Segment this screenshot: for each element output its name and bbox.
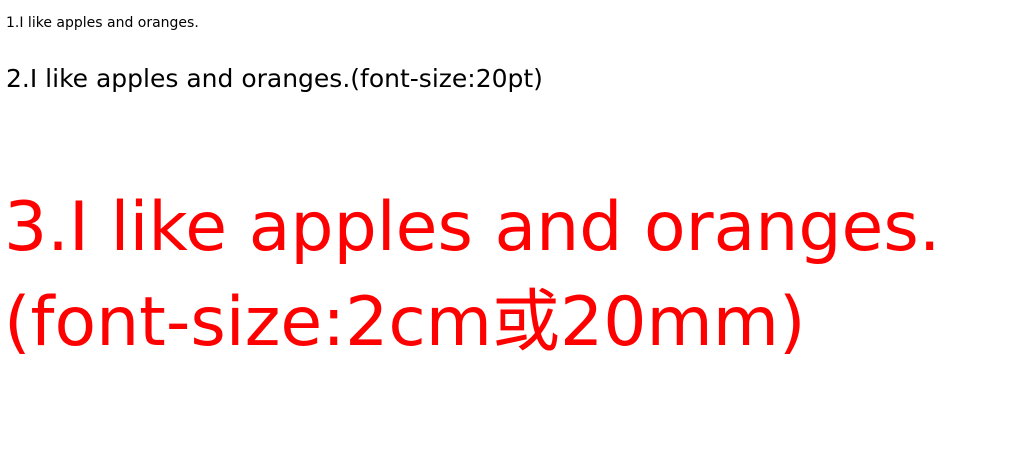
text-line-2: 2.I like apples and oranges.(font-size:2… xyxy=(6,64,543,93)
text-line-3: 3.I like apples and oranges.(font-size:2… xyxy=(4,188,941,362)
text-line-1: 1.I like apples and oranges. xyxy=(6,15,199,31)
